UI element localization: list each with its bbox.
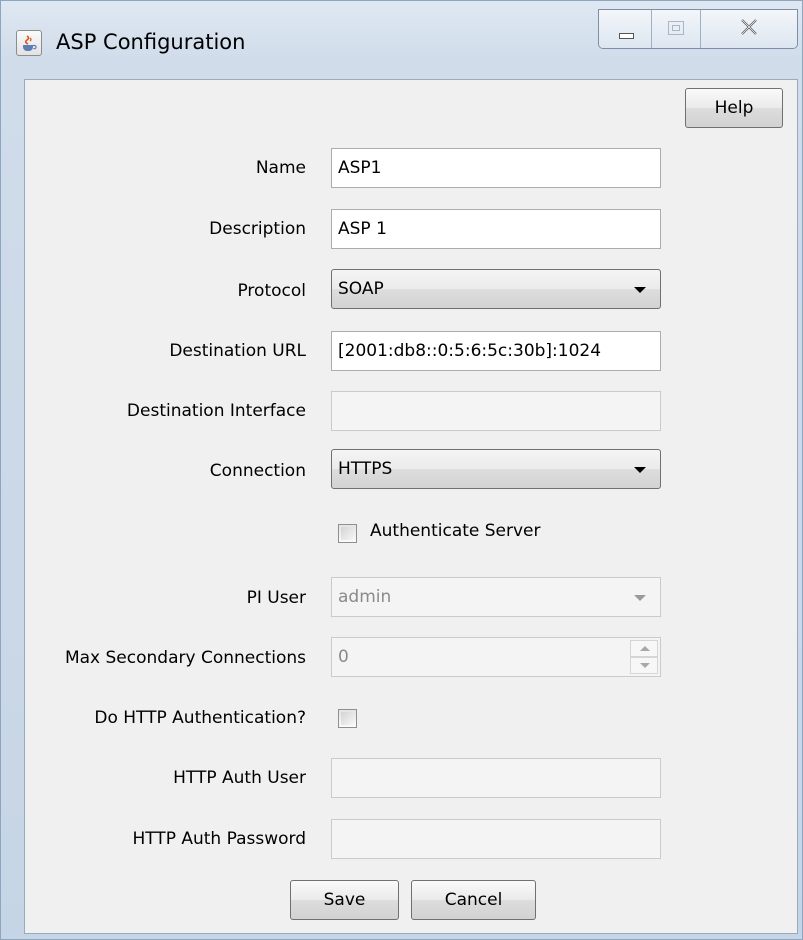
maximize-button[interactable] [652,10,701,48]
max-secondary-connections-label: Max Secondary Connections [64,648,306,668]
chevron-down-icon [634,595,646,601]
chevron-down-icon [634,467,646,473]
asp-configuration-window: ASP Configuration Help Name ASP1 Descrip… [0,0,803,940]
window-title: ASP Configuration [56,30,246,54]
destination-interface-label: Destination Interface [126,401,306,421]
close-icon [741,19,757,35]
caption-buttons [598,9,798,49]
pi-user-label: PI User [246,588,306,608]
minimize-button[interactable] [599,10,652,48]
description-field[interactable]: ASP 1 [331,209,661,249]
protocol-value: SOAP [338,279,384,299]
java-cup-icon [16,30,42,56]
cancel-button[interactable]: Cancel [411,880,536,920]
chevron-down-icon [640,663,650,668]
name-field[interactable]: ASP1 [331,148,661,188]
name-label: Name [255,158,306,178]
pi-user-select[interactable]: admin [331,577,661,617]
authenticate-server-label: Authenticate Server [370,521,541,541]
protocol-label: Protocol [237,281,306,301]
authenticate-server-checkbox[interactable] [338,524,357,543]
max-secondary-connections-value: 0 [338,647,349,667]
title-bar[interactable]: ASP Configuration [1,1,802,79]
chevron-up-icon [640,646,650,651]
destination-url-label: Destination URL [169,341,306,361]
do-http-authentication-checkbox[interactable] [338,709,357,728]
max-secondary-connections-spinner[interactable]: 0 [331,637,661,677]
pi-user-value: admin [338,587,392,607]
http-auth-password-field[interactable] [331,819,661,859]
connection-select[interactable]: HTTPS [331,449,661,489]
http-auth-user-label: HTTP Auth User [173,768,306,788]
destination-interface-field[interactable] [331,391,661,431]
spinner-up-button[interactable] [630,640,658,657]
help-button[interactable]: Help [685,88,783,128]
do-http-authentication-label: Do HTTP Authentication? [94,708,306,728]
spinner-down-button[interactable] [630,657,658,674]
spinner-arrows [630,640,658,674]
chevron-down-icon [634,287,646,293]
description-label: Description [209,219,306,239]
close-button[interactable] [701,10,797,48]
minimize-icon [619,33,634,39]
http-auth-password-label: HTTP Auth Password [132,829,306,849]
dialog-content: Help Name ASP1 Description ASP 1 Protoco… [24,79,798,934]
protocol-select[interactable]: SOAP [331,269,661,309]
connection-value: HTTPS [338,459,393,479]
save-button[interactable]: Save [290,880,399,920]
destination-url-field[interactable]: [2001:db8::0:5:6:5c:30b]:1024 [331,331,661,371]
maximize-icon [668,21,684,35]
http-auth-user-field[interactable] [331,758,661,798]
connection-label: Connection [209,461,306,481]
